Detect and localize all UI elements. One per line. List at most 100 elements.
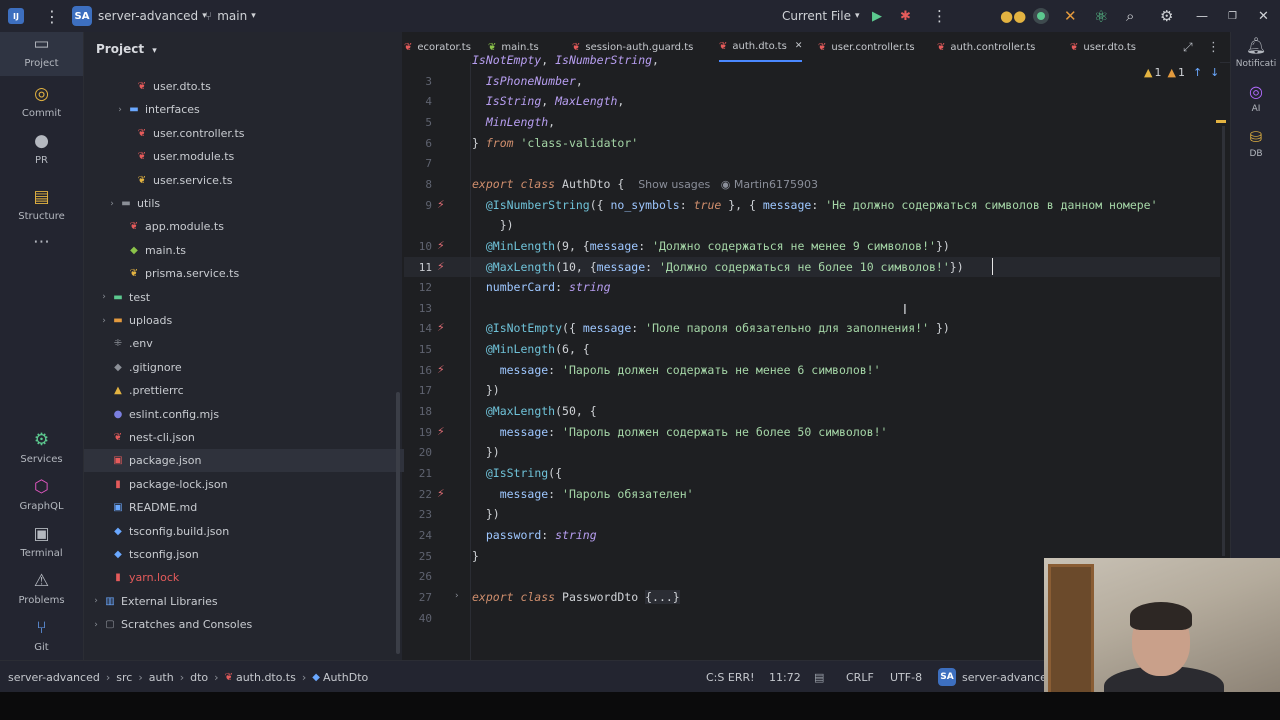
arrow-up-icon[interactable]: ↑	[1193, 66, 1202, 79]
app-logo-icon[interactable]: IJ	[8, 0, 24, 32]
code-line[interactable]: MinLength,	[472, 115, 555, 129]
editor-tab[interactable]: ❦ ecorator.ts	[404, 32, 471, 62]
code-with-me-icon[interactable]: ●●	[1000, 0, 1026, 32]
minimize-icon[interactable]: —	[1196, 0, 1208, 32]
code-line[interactable]: IsString, MaxLength,	[472, 94, 625, 108]
code-line[interactable]: @MaxLength(10, {message: 'Должно содержа…	[472, 260, 964, 274]
project-scrollbar[interactable]	[396, 392, 400, 654]
editor-tab[interactable]: ❦ auth.controller.ts	[937, 32, 1035, 62]
code-line[interactable]: export class AuthDto { Show usages ◉ Mar…	[472, 177, 818, 191]
editor-scrollbar[interactable]	[1222, 126, 1225, 556]
gutter-run-icon[interactable]: ⚡	[437, 487, 445, 500]
arrow-down-icon[interactable]: ↓	[1210, 66, 1219, 79]
atom-icon[interactable]: ⚛	[1094, 0, 1108, 32]
breadcrumb-item[interactable]: dto	[190, 671, 208, 684]
gutter-run-icon[interactable]: ⚡	[437, 321, 445, 334]
code-line[interactable]: IsNotEmpty, IsNumberString,	[472, 53, 659, 67]
read-only-icon[interactable]: ▤	[814, 661, 824, 693]
tree-item[interactable]: ❦ prisma.service.ts	[84, 262, 424, 285]
code-line[interactable]: @IsString({	[472, 466, 562, 480]
tree-item[interactable]: › ▬ uploads	[84, 309, 408, 332]
line-separator[interactable]: CRLF	[846, 661, 874, 693]
project-panel-title[interactable]: Project ▾	[96, 42, 157, 56]
editor-tab[interactable]: ❦ auth.dto.ts ✕	[719, 32, 803, 62]
chevron-right-icon[interactable]: ›	[106, 199, 118, 209]
tool-more[interactable]: ⋯	[0, 232, 83, 256]
tree-item[interactable]: ❦ nest-cli.json	[84, 426, 408, 449]
tree-item[interactable]: ◆ .gitignore	[84, 356, 408, 379]
code-line[interactable]: } from 'class-validator'	[472, 136, 638, 150]
tree-item[interactable]: ● eslint.config.mjs	[84, 403, 408, 426]
tab-options-icon[interactable]: ⋮	[1207, 32, 1220, 62]
tree-item[interactable]: ⁜ .env	[84, 332, 408, 355]
tool-ai-assistant[interactable]: ◎ AI	[1231, 82, 1280, 114]
tree-item[interactable]: ❦ user.dto.ts	[84, 75, 432, 98]
tool-structure[interactable]: ▤ Structure	[0, 187, 83, 222]
tree-item[interactable]: ◆ tsconfig.json	[84, 543, 408, 566]
editor-tab[interactable]: ❦ user.dto.ts	[1070, 32, 1136, 62]
main-menu-icon[interactable]: ⋮	[44, 0, 60, 32]
code-line[interactable]: @MaxLength(50, {	[472, 404, 597, 418]
code-line[interactable]: IsPhoneNumber,	[472, 74, 583, 88]
tool-graphql[interactable]: ⬡ GraphQL	[0, 477, 83, 512]
code-line[interactable]: })	[472, 445, 500, 459]
tree-item[interactable]: › ▢ Scratches and Consoles	[84, 613, 400, 636]
tool-commit[interactable]: ◎ Commit	[0, 84, 83, 119]
fold-chevron-icon[interactable]: ›	[455, 591, 459, 601]
tool-git[interactable]: ⑂ Git	[0, 618, 83, 653]
inspection-widget[interactable]: ▲ 1 ▲ 1 ↑ ↓	[1144, 66, 1219, 79]
breadcrumb-item[interactable]: auth	[149, 671, 174, 684]
tool-notifications[interactable]: 🔔︎ Notificati	[1231, 36, 1280, 69]
tree-item[interactable]: › ▬ interfaces	[84, 98, 424, 121]
tree-item[interactable]: ▣ README.md	[84, 496, 408, 519]
tree-item[interactable]: ❦ app.module.ts	[84, 215, 424, 238]
breadcrumb-item[interactable]: src	[116, 671, 132, 684]
gutter-run-icon[interactable]: ⚡	[437, 239, 445, 252]
run-icon[interactable]: ▶	[872, 0, 882, 32]
gutter-run-icon[interactable]: ⚡	[437, 198, 445, 211]
chevron-right-icon[interactable]: ›	[98, 292, 110, 302]
code-line[interactable]: export class PasswordDto {...}	[472, 589, 680, 604]
code-line[interactable]: @IsNumberString({ no_symbols: true }, { …	[472, 198, 1158, 212]
project-selector[interactable]: SA server-advanced ▾	[72, 0, 207, 32]
tree-item[interactable]: › ▬ test	[84, 286, 408, 309]
close-icon[interactable]: ✕	[1258, 0, 1269, 32]
tree-item[interactable]: ❦ user.controller.ts	[84, 122, 432, 145]
tree-item[interactable]: › ▥ External Libraries	[84, 590, 400, 613]
code-line[interactable]: message: 'Пароль обязателен'	[472, 487, 694, 501]
code-line[interactable]: })	[472, 507, 500, 521]
gutter-run-icon[interactable]: ⚡	[437, 425, 445, 438]
search-icon[interactable]: ⌕	[1126, 0, 1134, 32]
tree-item[interactable]: ▮ yarn.lock	[84, 566, 408, 589]
expand-icon[interactable]: ⤢	[1183, 32, 1193, 62]
code-line[interactable]: })	[472, 218, 514, 232]
chevron-right-icon[interactable]: ›	[114, 105, 126, 115]
branch-selector[interactable]: ⑂ main ▾	[205, 0, 256, 32]
tree-item[interactable]: ▲ .prettierrc	[84, 379, 408, 402]
tool-project[interactable]: ▭ Project	[0, 32, 83, 76]
code-line[interactable]: @MinLength(6, {	[472, 342, 590, 356]
tree-item[interactable]: › ▬ utils	[84, 192, 416, 215]
tool-problems[interactable]: ⚠ Problems	[0, 571, 83, 606]
chevron-right-icon[interactable]: ›	[90, 596, 102, 606]
tool-services[interactable]: ⚙ Services	[0, 430, 83, 465]
tool-terminal[interactable]: ▣ Terminal	[0, 524, 83, 559]
caret-position[interactable]: 11:72	[769, 661, 801, 693]
maximize-icon[interactable]: ❐	[1228, 0, 1237, 32]
chevron-right-icon[interactable]: ›	[98, 316, 110, 326]
debug-icon[interactable]: ✱	[900, 0, 911, 32]
tree-item[interactable]: ◆ tsconfig.build.json	[84, 520, 408, 543]
breadcrumb-item[interactable]: auth.dto.ts	[236, 671, 296, 684]
run-config-selector[interactable]: Current File ▾	[782, 0, 860, 32]
inspection-status[interactable]: C:S ERR!	[706, 661, 755, 693]
code-line[interactable]: @IsNotEmpty({ message: 'Поле пароля обяз…	[472, 321, 950, 335]
breadcrumb-item[interactable]: server-advanced	[8, 671, 100, 684]
tree-item[interactable]: ◆ main.ts	[84, 239, 424, 262]
build-tools-icon[interactable]: ✕	[1064, 0, 1077, 32]
file-encoding[interactable]: UTF-8	[890, 661, 922, 693]
tree-item[interactable]: ❦ user.module.ts	[84, 145, 432, 168]
tool-database[interactable]: ⛁ DB	[1231, 128, 1280, 159]
editor-tab[interactable]: ❦ user.controller.ts	[818, 32, 915, 62]
settings-icon[interactable]: ⚙	[1160, 0, 1173, 32]
tree-item[interactable]: ❦ user.service.ts	[84, 169, 432, 192]
